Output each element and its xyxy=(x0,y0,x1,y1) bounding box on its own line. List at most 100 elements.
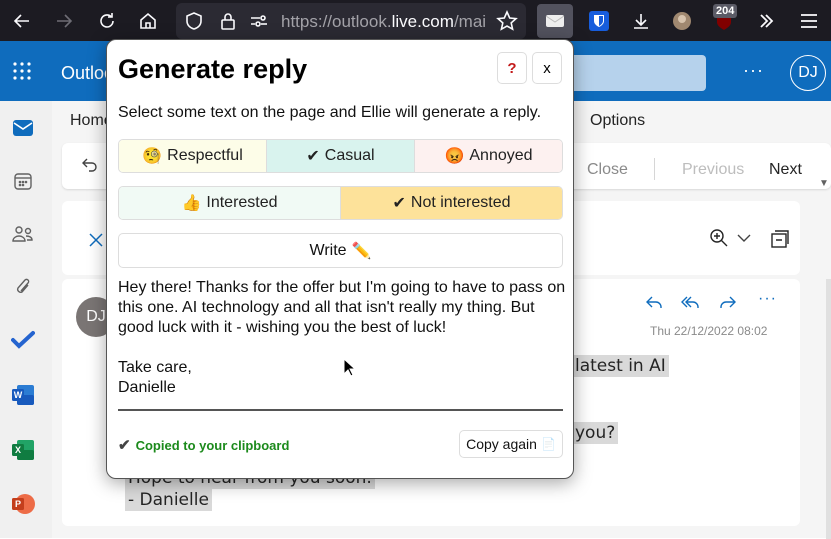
interested-button[interactable]: 👍 Interested xyxy=(119,187,340,219)
tone-label: Respectful xyxy=(167,147,243,164)
calendar-app-button[interactable] xyxy=(10,168,36,194)
monocle-face-icon: 🧐 xyxy=(142,148,163,165)
copy-again-label: Copy again xyxy=(466,436,537,452)
copied-status: ✔ Copied to your clipboard xyxy=(118,436,289,454)
profile-extension-button[interactable] xyxy=(664,4,700,38)
files-app-button[interactable] xyxy=(10,274,36,300)
home-button[interactable] xyxy=(133,6,163,36)
close-button[interactable]: x xyxy=(532,52,562,84)
arrow-right-icon xyxy=(57,14,73,28)
reload-icon xyxy=(100,13,114,28)
shield-icon[interactable] xyxy=(184,11,204,31)
tone-selector: 🧐 Respectful ✔ Casual 😡 Annoyed xyxy=(118,139,563,173)
home-icon xyxy=(140,12,156,29)
reply-divider xyxy=(118,409,563,411)
arrow-left-icon xyxy=(13,14,29,28)
undo-icon[interactable] xyxy=(80,155,100,175)
excel-app-button[interactable]: X xyxy=(10,437,36,463)
not-interested-button[interactable]: ✔ Not interested xyxy=(340,187,562,219)
back-button[interactable] xyxy=(7,6,37,36)
angry-face-icon: 😡 xyxy=(444,148,465,165)
interest-label: Not interested xyxy=(410,194,511,211)
tone-respectful-button[interactable]: 🧐 Respectful xyxy=(119,140,266,172)
help-button[interactable]: ? xyxy=(497,52,527,84)
people-icon xyxy=(12,226,33,242)
url-bar[interactable]: https://outlook.live.com/mail/0/ xyxy=(176,3,526,39)
copy-again-button[interactable]: Copy again 📄 xyxy=(459,430,563,458)
more-extensions-button[interactable] xyxy=(748,4,784,38)
more-options-icon[interactable]: ··· xyxy=(743,60,764,81)
pencil-icon: ✏️ xyxy=(351,242,372,260)
powerpoint-app-button[interactable]: P xyxy=(10,491,36,517)
message-body-line: latest in AI xyxy=(572,355,669,377)
url-path: /mail/0/ xyxy=(453,12,486,31)
reload-button[interactable] xyxy=(92,6,122,36)
word-app-button[interactable]: W xyxy=(10,382,36,408)
search-box[interactable] xyxy=(560,55,706,91)
close-button[interactable]: Close xyxy=(587,161,628,179)
downloads-button[interactable] xyxy=(623,4,659,38)
excel-icon: X xyxy=(12,440,34,460)
write-button[interactable]: Write ✏️ xyxy=(118,233,563,268)
reply-all-icon[interactable] xyxy=(681,292,701,312)
tone-label: Annoyed xyxy=(469,147,533,164)
app-menu-button[interactable] xyxy=(791,4,827,38)
tone-label: Casual xyxy=(324,147,375,164)
url-prefix: https://outlook. xyxy=(281,12,392,31)
ribbon-divider xyxy=(654,158,655,180)
powerpoint-icon: P xyxy=(12,494,35,514)
people-app-button[interactable] xyxy=(10,221,36,247)
interest-label: Interested xyxy=(206,194,278,211)
url-text[interactable]: https://outlook.live.com/mail/0/ xyxy=(281,12,486,32)
hamburger-menu-icon xyxy=(801,14,817,28)
todo-app-button[interactable] xyxy=(10,327,36,353)
todo-check-icon xyxy=(11,331,35,349)
email-extension-button[interactable] xyxy=(537,4,573,38)
forward-icon[interactable] xyxy=(718,292,738,312)
download-icon xyxy=(634,14,648,29)
app-launcher-waffle-icon[interactable] xyxy=(12,61,32,81)
mail-icon xyxy=(13,120,33,136)
envelope-icon xyxy=(545,15,565,27)
mail-app-button[interactable] xyxy=(10,115,36,141)
svg-text:W: W xyxy=(14,390,23,400)
tab-options[interactable]: Options xyxy=(590,112,645,130)
message-body-line: you? xyxy=(572,422,619,444)
bookmark-star-icon[interactable] xyxy=(496,10,518,32)
zoom-in-icon[interactable] xyxy=(709,228,729,248)
double-chevron-right-icon xyxy=(760,14,774,28)
checkmark-icon: ✔ xyxy=(118,437,131,454)
popup-title: Generate reply xyxy=(118,54,308,84)
popout-window-icon[interactable] xyxy=(770,229,790,249)
message-more-icon[interactable]: ··· xyxy=(758,290,778,310)
reply-icon[interactable] xyxy=(644,292,664,312)
mouse-cursor-icon xyxy=(343,358,355,377)
next-button[interactable]: Next xyxy=(769,161,802,179)
generated-reply-text[interactable]: Hey there! Thanks for the offer but I'm … xyxy=(118,278,566,398)
browser-toolbar: https://outlook.live.com/mail/0/ 204 xyxy=(0,0,831,41)
ribbon-expand-chevron-icon[interactable]: ▼ xyxy=(819,178,829,189)
calendar-icon xyxy=(14,173,32,190)
bitwarden-extension-button[interactable] xyxy=(581,4,617,38)
permissions-icon[interactable] xyxy=(249,11,269,31)
app-rail: W X P xyxy=(0,101,52,538)
account-avatar[interactable]: DJ xyxy=(790,55,826,91)
tone-annoyed-button[interactable]: 😡 Annoyed xyxy=(414,140,562,172)
profile-avatar-icon xyxy=(673,12,691,30)
chevron-down-icon[interactable] xyxy=(736,231,752,245)
forward-button[interactable] xyxy=(49,6,79,36)
svg-text:X: X xyxy=(15,445,21,455)
scrollbar[interactable] xyxy=(826,279,831,539)
document-icon: 📄 xyxy=(540,437,556,451)
interest-selector: 👍 Interested ✔ Not interested xyxy=(118,186,563,220)
svg-text:P: P xyxy=(15,499,21,509)
checkmark-icon: ✔ xyxy=(392,195,406,212)
word-icon: W xyxy=(12,385,34,405)
previous-button[interactable]: Previous xyxy=(682,161,744,179)
write-label: Write xyxy=(309,241,347,259)
message-date: Thu 22/12/2022 08:02 xyxy=(650,324,768,338)
paperclip-icon xyxy=(17,278,30,293)
close-reading-pane-icon[interactable] xyxy=(86,230,106,250)
lock-icon[interactable] xyxy=(218,11,238,31)
tone-casual-button[interactable]: ✔ Casual xyxy=(266,140,414,172)
